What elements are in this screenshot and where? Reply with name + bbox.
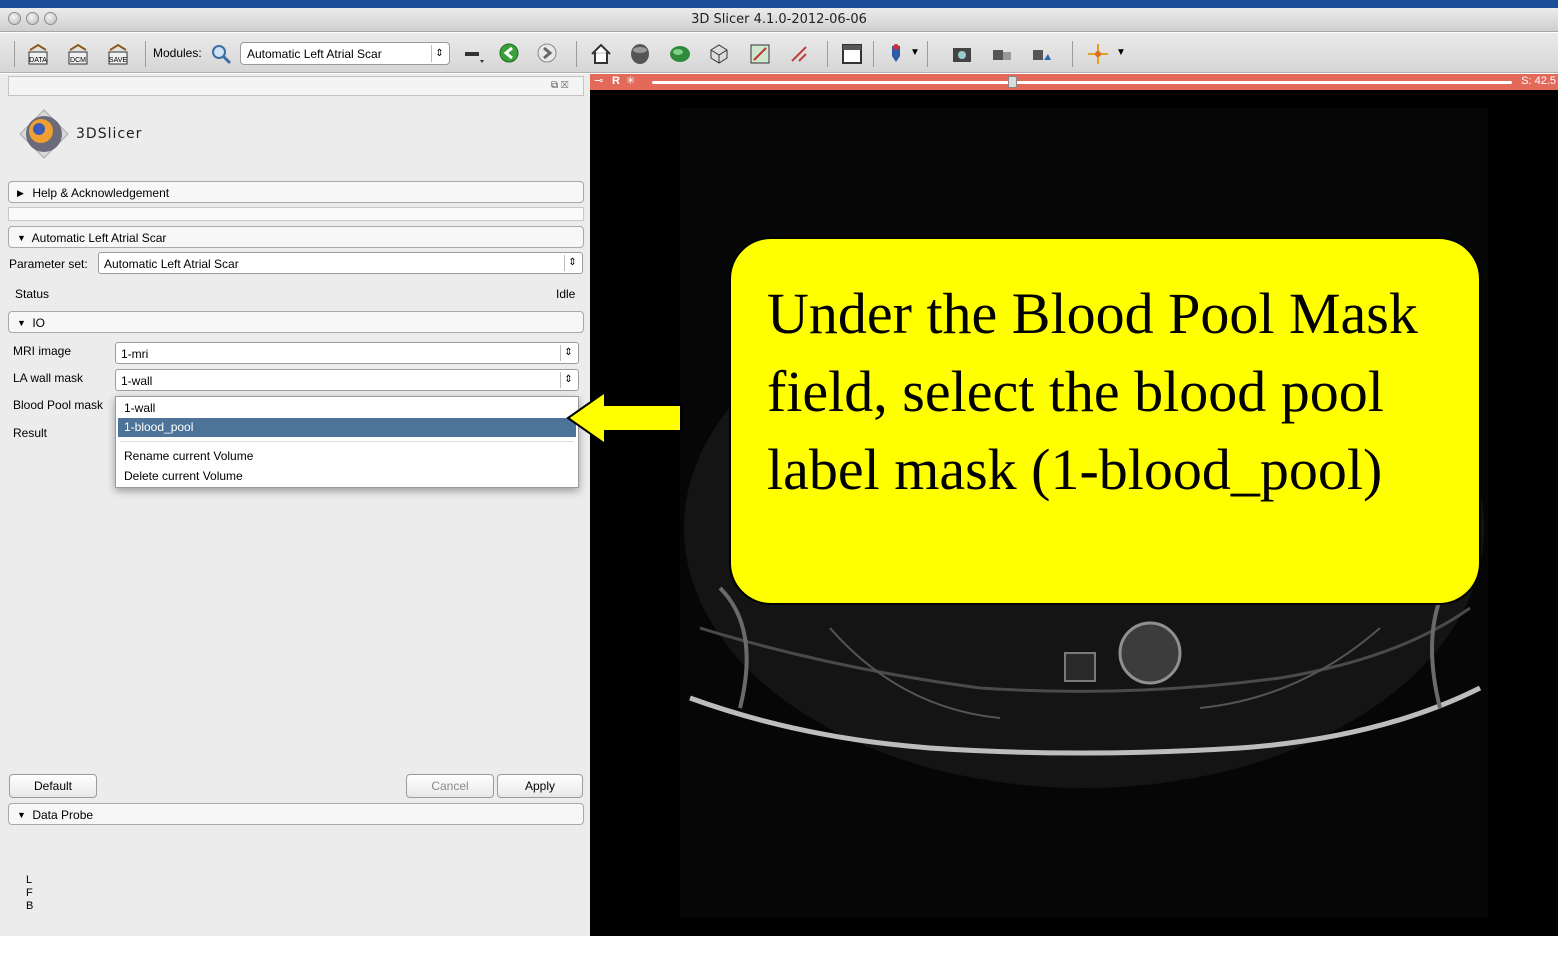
svg-text:DATA: DATA [29,57,47,64]
empty-row [8,207,584,221]
status-label: Status [15,287,50,301]
la-wall-mask-label: LA wall mask [13,371,84,385]
instruction-callout: Under the Blood Pool Mask field, select … [729,237,1481,605]
slicer-logo [19,109,69,159]
modules-label: Modules: [153,46,202,60]
toolbar-separator [827,41,828,67]
la-wall-mask-select[interactable]: 1-wall ⇕ [115,369,579,391]
toolbar-separator [145,41,146,67]
scene-view-icon[interactable] [990,42,1014,66]
chevron-updown-icon: ⇕ [560,372,576,388]
collapse-triangle-icon: ▼ [17,318,26,328]
dropdown-divider [120,441,574,442]
window-title: 3D Slicer 4.1.0-2012-06-06 [691,12,867,27]
slice-orientation-label: R [612,75,620,87]
toolbar-separator [576,41,577,67]
link-icon[interactable]: ✳ [626,74,635,87]
toolbar-separator [14,41,15,67]
default-button[interactable]: Default [9,774,97,798]
module-panel: ⧉ ☒ 3DSlicer ▶ Help & Acknowledgement ▼ … [0,74,590,936]
toolbar-separator [927,41,928,67]
volumes-module-icon[interactable] [668,42,692,66]
parameter-set-label: Parameter set: [9,257,88,271]
panel-float-close-icons[interactable]: ⧉ ☒ [551,80,579,92]
back-arrow-icon[interactable] [498,42,522,66]
expand-triangle-icon: ▶ [17,188,24,198]
load-dicom-icon[interactable]: DCM [66,42,90,66]
module-history-icon[interactable] [462,42,486,66]
transforms-module-icon[interactable] [787,42,811,66]
data-module-icon[interactable] [628,42,652,66]
toolbar-separator [1072,41,1073,67]
slice-offset-value: S: 42.5 [1521,75,1556,87]
svg-text:DCM: DCM [70,57,86,64]
status-value: Idle [556,287,576,301]
main-toolbar: DATA DCM SAVE Modules: Automatic Left At… [0,33,1558,73]
editor-module-icon[interactable] [748,42,772,66]
parameter-set-value: Automatic Left Atrial Scar [104,257,239,271]
forward-arrow-icon[interactable] [536,42,560,66]
mri-image-label: MRI image [13,344,72,358]
load-data-icon[interactable]: DATA [26,42,50,66]
mouse-mode-icon[interactable] [884,42,908,66]
pin-icon[interactable]: ⊸ [594,74,603,87]
layout-icon[interactable] [840,42,864,66]
crosshair-icon[interactable] [1086,42,1110,66]
result-label: Result [13,426,48,440]
collapse-triangle-icon: ▼ [17,233,26,243]
save-data-icon[interactable]: SAVE [106,42,130,66]
home-icon[interactable] [589,42,613,66]
probe-f-label: F [26,887,33,899]
window-titlebar: 3D Slicer 4.1.0-2012-06-06 [0,8,1558,32]
chevron-updown-icon: ⇕ [564,255,580,271]
slice-offset-slider-handle[interactable] [1008,76,1017,88]
svg-text:SAVE: SAVE [109,57,127,64]
module-section-header[interactable]: ▼ Automatic Left Atrial Scar [8,226,584,248]
la-wall-mask-value: 1-wall [121,374,153,388]
slice-controller-bar: ⊸ R ✳ S: 42.5 [590,74,1558,90]
blood-pool-mask-label: Blood Pool mask [13,398,104,412]
chevron-updown-icon: ⇕ [560,345,576,361]
module-section-label: Automatic Left Atrial Scar [31,231,167,245]
module-search-icon[interactable] [209,42,233,66]
window-top-accent [0,0,1558,8]
dropdown-option-wall[interactable]: 1-wall [118,399,576,418]
module-selector-value: Automatic Left Atrial Scar [247,47,382,61]
dropdown-delete-volume[interactable]: Delete current Volume [118,467,576,486]
screenshot-icon[interactable] [950,42,974,66]
mouse-mode-dropdown-icon[interactable]: ▼ [910,47,920,58]
mri-image-select[interactable]: 1-mri ⇕ [115,342,579,364]
apply-button[interactable]: Apply [497,774,583,798]
io-section-header[interactable]: ▼ IO [8,311,584,333]
probe-b-label: B [26,900,34,912]
slice-offset-slider-track[interactable] [652,81,1512,84]
dropdown-rename-volume[interactable]: Rename current Volume [118,447,576,466]
io-section-label: IO [32,316,46,330]
blood-pool-dropdown-list: 1-wall 1-blood_pool Rename current Volum… [115,396,579,488]
probe-l-label: L [26,874,33,886]
cancel-button[interactable]: Cancel [406,774,494,798]
toolbar-separator [873,41,874,67]
panel-titlebar [8,76,584,96]
slicer-logo-text: 3DSlicer [76,126,143,142]
data-probe-section-label: Data Probe [32,808,94,822]
collapse-triangle-icon: ▼ [17,810,26,820]
crosshair-dropdown-icon[interactable]: ▼ [1116,47,1126,58]
parameter-set-select[interactable]: Automatic Left Atrial Scar ⇕ [98,252,583,274]
help-section-header[interactable]: ▶ Help & Acknowledgement [8,181,584,203]
dropdown-option-blood-pool[interactable]: 1-blood_pool [118,418,576,437]
restore-scene-icon[interactable] [1030,42,1054,66]
chevron-updown-icon: ⇕ [431,45,447,62]
mri-image-value: 1-mri [121,347,149,361]
data-probe-section-header[interactable]: ▼ Data Probe [8,803,584,825]
models-module-icon[interactable] [707,42,731,66]
help-section-label: Help & Acknowledgement [32,186,170,200]
callout-pointer-arrow-icon [566,390,682,446]
module-selector[interactable]: Automatic Left Atrial Scar ⇕ [240,42,450,65]
